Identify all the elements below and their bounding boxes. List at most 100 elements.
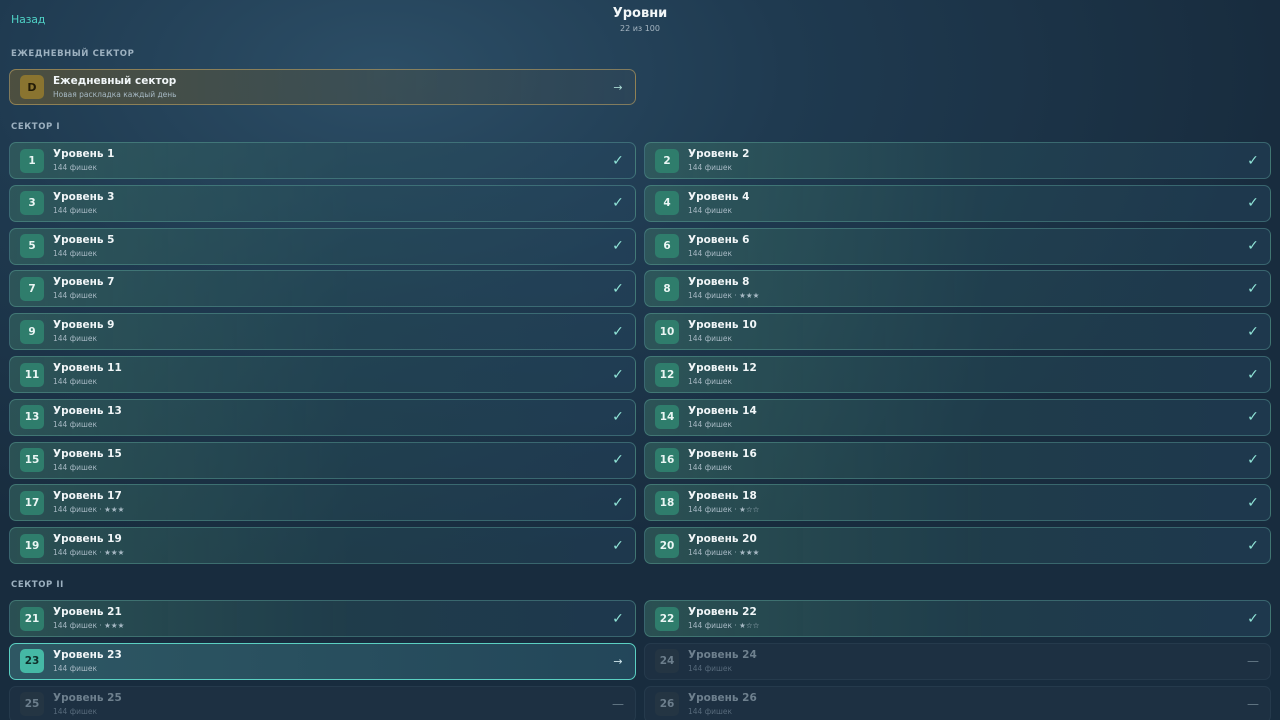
level-number-badge: 6: [655, 234, 679, 259]
level-name: Уровень 8: [688, 276, 750, 289]
level-number-badge: 22: [655, 606, 679, 631]
level-name: Уровень 13: [53, 404, 122, 417]
level-number-badge: 21: [20, 606, 44, 631]
level-number-badge: 3: [20, 191, 44, 216]
check-icon: ✓: [1247, 195, 1259, 212]
level-subtitle: 144 фишек · ★★★: [53, 621, 125, 630]
level-card-7[interactable]: 7 Уровень 7 144 фишек ✓: [9, 270, 636, 308]
level-name: Уровень 6: [688, 233, 750, 246]
daily-subtitle: Новая раскладка каждый день: [53, 89, 177, 99]
level-name: Уровень 15: [53, 447, 122, 460]
check-icon: ✓: [1247, 494, 1259, 511]
level-number-badge: 13: [20, 405, 44, 430]
level-subtitle: 144 фишек: [53, 419, 97, 429]
level-card-21[interactable]: 21 Уровень 21 144 фишек · ★★★ ✓: [9, 600, 636, 637]
level-card-26: 26 Уровень 26 144 фишек —: [644, 685, 1271, 720]
level-card-14[interactable]: 14 Уровень 14 144 фишек ✓: [644, 398, 1271, 436]
level-name: Уровень 18: [688, 490, 757, 503]
check-icon: ✓: [612, 409, 624, 426]
check-icon: ✓: [1247, 537, 1259, 554]
level-card-24: 24 Уровень 24 144 фишек —: [644, 642, 1271, 680]
level-name: Уровень 1: [53, 148, 115, 160]
level-card-1[interactable]: 1 Уровень 1 144 фишек ✓: [9, 142, 636, 179]
level-number-badge: 17: [20, 490, 44, 515]
check-icon: ✓: [1247, 152, 1259, 169]
check-icon: ✓: [1247, 452, 1259, 469]
check-icon: ✓: [612, 195, 624, 212]
level-subtitle: 144 фишек: [53, 706, 97, 716]
page-title: Уровни: [612, 6, 668, 21]
level-number-badge: 1: [20, 148, 44, 173]
level-number-badge: 25: [20, 692, 44, 717]
level-name: Уровень 26: [688, 691, 757, 704]
level-name: Уровень 3: [53, 190, 115, 203]
level-card-4[interactable]: 4 Уровень 4 144 фишек ✓: [644, 184, 1271, 222]
level-name: Уровень 14: [688, 404, 757, 417]
level-number-badge: 2: [655, 148, 679, 173]
level-name: Уровень 16: [688, 447, 757, 460]
level-card-18[interactable]: 18 Уровень 18 144 фишек · ★☆☆ ✓: [644, 484, 1271, 522]
level-subtitle: 144 фишек · ★★★: [53, 505, 125, 515]
level-number-badge: 9: [20, 319, 44, 344]
level-card-2[interactable]: 2 Уровень 2 144 фишек ✓: [644, 142, 1271, 179]
check-icon: ✓: [1247, 238, 1259, 255]
check-icon: ✓: [612, 494, 624, 511]
level-number-badge: 4: [655, 191, 679, 216]
check-icon: ✓: [1247, 610, 1259, 627]
level-card-9[interactable]: 9 Уровень 9 144 фишек ✓: [9, 313, 636, 351]
check-icon: ✓: [1247, 323, 1259, 340]
check-icon: ✓: [612, 280, 624, 297]
level-card-22[interactable]: 22 Уровень 22 144 фишек · ★☆☆ ✓: [644, 600, 1271, 637]
level-subtitle: 144 фишек: [53, 377, 97, 386]
level-card-23[interactable]: 23 Уровень 23 144 фишек →: [9, 642, 636, 680]
level-card-15[interactable]: 15 Уровень 15 144 фишек ✓: [9, 441, 636, 479]
level-name: Уровень 5: [53, 233, 115, 246]
level-name: Уровень 10: [688, 319, 757, 332]
level-card-20[interactable]: 20 Уровень 20 144 фишек · ★★★ ✓: [644, 527, 1271, 565]
level-subtitle: 144 фишек · ★☆☆: [688, 621, 760, 630]
level-name: Уровень 21: [53, 606, 122, 618]
level-subtitle: 144 фишек: [688, 706, 732, 716]
level-name: Уровень 11: [53, 362, 122, 374]
level-card-5[interactable]: 5 Уровень 5 144 фишек ✓: [9, 227, 636, 265]
level-card-17[interactable]: 17 Уровень 17 144 фишек · ★★★ ✓: [9, 484, 636, 522]
level-name: Уровень 17: [53, 490, 122, 503]
level-number-badge: 24: [655, 649, 679, 674]
level-card-13[interactable]: 13 Уровень 13 144 фишек ✓: [9, 398, 636, 436]
level-subtitle: 144 фишек: [53, 462, 97, 472]
level-card-12[interactable]: 12 Уровень 12 144 фишек ✓: [644, 356, 1271, 393]
level-name: Уровень 23: [53, 648, 122, 661]
daily-name: Ежедневный сектор: [53, 74, 177, 87]
level-subtitle: 144 фишек: [688, 663, 732, 673]
check-icon: ✓: [612, 323, 624, 340]
check-icon: ✓: [612, 537, 624, 554]
level-card-19[interactable]: 19 Уровень 19 144 фишек · ★★★ ✓: [9, 527, 636, 565]
section-title-sector-1: СЕКТОР I: [11, 122, 61, 132]
level-name: Уровень 7: [53, 276, 115, 289]
level-card-8[interactable]: 8 Уровень 8 144 фишек · ★★★ ✓: [644, 270, 1271, 308]
level-name: Уровень 24: [688, 648, 757, 661]
level-name: Уровень 20: [688, 533, 757, 546]
level-name: Уровень 9: [53, 319, 115, 332]
level-name: Уровень 25: [53, 691, 122, 704]
level-card-11[interactable]: 11 Уровень 11 144 фишек ✓: [9, 356, 636, 393]
level-name: Уровень 19: [53, 533, 122, 546]
daily-badge: D: [20, 75, 44, 99]
level-number-badge: 11: [20, 362, 44, 387]
check-icon: ✓: [612, 610, 624, 627]
check-icon: ✓: [1247, 280, 1259, 297]
level-card-16[interactable]: 16 Уровень 16 144 фишек ✓: [644, 441, 1271, 479]
check-icon: ✓: [1247, 366, 1259, 383]
level-card-6[interactable]: 6 Уровень 6 144 фишек ✓: [644, 227, 1271, 265]
level-name: Уровень 22: [688, 606, 757, 618]
level-subtitle: 144 фишек: [53, 291, 97, 301]
level-card-3[interactable]: 3 Уровень 3 144 фишек ✓: [9, 184, 636, 222]
check-icon: ✓: [612, 452, 624, 469]
level-subtitle: 144 фишек: [53, 334, 97, 344]
daily-sector-card[interactable]: D Ежедневный сектор Новая раскладка кажд…: [9, 69, 636, 105]
level-subtitle: 144 фишек: [53, 663, 97, 673]
level-card-10[interactable]: 10 Уровень 10 144 фишек ✓: [644, 313, 1271, 351]
level-subtitle: 144 фишек: [53, 248, 97, 258]
dash-icon: —: [612, 697, 624, 712]
level-subtitle: 144 фишек: [688, 248, 732, 258]
